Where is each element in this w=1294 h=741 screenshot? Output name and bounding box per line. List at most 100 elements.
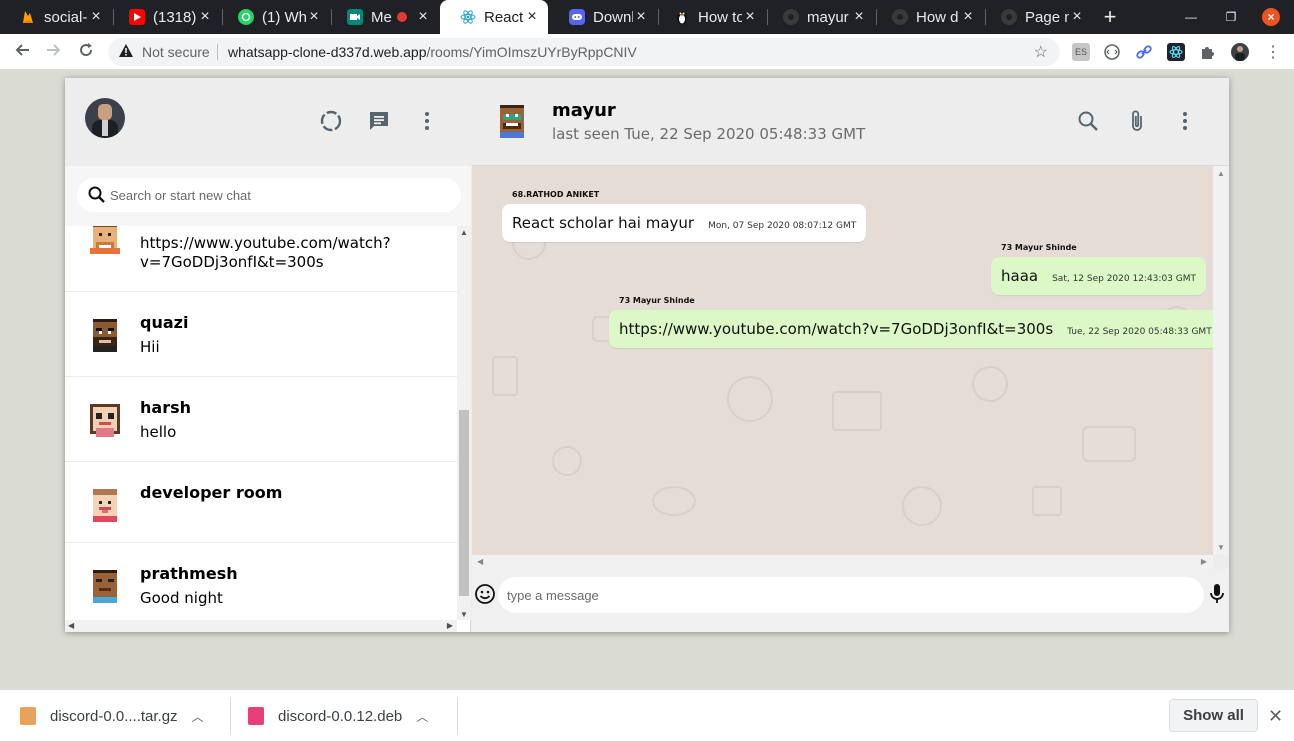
browser-tab[interactable]: social- × [0,0,112,34]
scroll-left-arrow-icon[interactable]: ◀ [477,557,483,566]
chat-list-item[interactable]: prathmesh Good night [65,543,457,620]
message-timestamp: Tue, 22 Sep 2020 05:48:33 GMT [1067,327,1212,337]
close-tab-icon[interactable]: × [633,8,649,26]
chat-menu-icon[interactable] [1172,108,1198,134]
download-divider [457,698,458,734]
chat-list-item[interactable]: developer room [65,462,457,543]
sidebar-header [65,78,471,166]
download-item[interactable]: discord-0.0.12.deb ︿ [248,690,428,741]
react-devtools-icon[interactable] [1167,43,1185,61]
link-extension-icon[interactable] [1135,43,1153,61]
chevron-up-icon[interactable]: ︿ [192,708,204,725]
sidebar: mayur https://www.youtube.com/watch? v=7… [65,78,471,632]
browser-tab-strip: social- × (1318) × (1) Wh × Me × React ×… [0,0,1294,34]
close-icon[interactable]: ✕ [1268,706,1283,727]
dev-extension-icon[interactable] [1103,43,1121,61]
close-tab-icon[interactable]: × [88,8,104,26]
browser-tab[interactable]: (1) Wh × [218,0,330,34]
close-tab-icon[interactable]: × [960,8,976,26]
scroll-right-arrow-icon[interactable]: ▶ [447,621,453,630]
emoji-icon[interactable] [474,583,496,608]
chat-list-item[interactable]: quazi Hii [65,292,457,377]
microphone-icon[interactable] [1209,583,1225,608]
bookmark-star-icon[interactable]: ☆ [1034,42,1048,62]
browser-tab[interactable]: Page n × [981,0,1093,34]
message-bubble-sent[interactable]: https://www.youtube.com/watch?v=7GoDDj3o… [609,310,1213,348]
search-bar [65,166,471,226]
status-icon[interactable] [318,108,344,134]
search-icon[interactable] [1075,108,1101,134]
browser-tab[interactable]: How to × [654,0,766,34]
minimize-window-icon[interactable]: — [1182,8,1200,26]
wallpaper-doodle [492,356,518,396]
restore-window-icon[interactable]: ❐ [1222,8,1240,26]
message-area-scrollbar[interactable]: ▲ ▼ [1213,166,1229,555]
close-tab-icon[interactable]: × [742,8,758,26]
language-extension-icon[interactable]: ES [1072,43,1090,61]
my-avatar[interactable] [85,98,125,138]
new-chat-icon[interactable] [366,108,392,134]
chevron-up-icon[interactable]: ︿ [416,708,428,725]
download-filename: discord-0.0....tar.gz [50,707,178,725]
browser-tab[interactable]: Me × [327,0,439,34]
close-window-icon[interactable]: × [1262,8,1280,26]
security-status[interactable]: Not secure [142,44,210,60]
download-filename: discord-0.0.12.deb [278,707,403,725]
pixel-face-avatar [87,401,123,437]
scrollbar-thumb[interactable] [459,410,469,596]
search-icon[interactable] [87,185,107,208]
message-bubble-received[interactable]: React scholar hai mayur Mon, 07 Sep 2020… [502,204,867,242]
close-tab-icon[interactable]: × [851,8,867,26]
message-area-horizontal-scrollbar[interactable]: ◀ ▶ [472,555,1213,569]
browser-tab[interactable]: mayur × [763,0,875,34]
browser-tab[interactable]: How d × [872,0,984,34]
close-tab-icon[interactable]: × [524,8,540,26]
browser-toolbar: Not secure whatsapp-clone-d337d.web.app/… [0,34,1294,70]
url-path: /rooms/YimOImszUYrByRppCNIV [426,44,637,60]
browser-tab-active[interactable]: React × [440,0,548,34]
pixel-face-avatar [87,226,123,254]
message-text: https://www.youtube.com/watch?v=7GoDDj3o… [619,320,1054,338]
scroll-down-arrow-icon[interactable]: ▼ [460,610,468,619]
close-tab-icon[interactable]: × [415,8,431,26]
address-bar[interactable]: Not secure whatsapp-clone-d337d.web.app/… [108,38,1060,66]
chat-list-item[interactable]: mayur https://www.youtube.com/watch? v=7… [65,226,457,292]
scroll-up-arrow-icon[interactable]: ▲ [460,228,468,237]
browser-menu-icon[interactable]: ⋮ [1264,43,1282,61]
address-divider [217,44,218,60]
message-text: haaa [1001,267,1039,285]
whatsapp-icon [238,9,254,25]
chat-list-scrollbar[interactable]: ▲ ▼ [457,226,471,620]
message-input[interactable] [498,577,1204,613]
close-tab-icon[interactable]: × [306,8,322,26]
sidebar-menu-icon[interactable] [414,108,440,134]
new-tab-button[interactable]: + [1098,5,1122,29]
warning-triangle-icon[interactable] [118,43,134,62]
forward-arrow-icon[interactable] [42,40,66,64]
close-tab-icon[interactable]: × [1069,8,1085,26]
close-tab-icon[interactable]: × [197,8,213,26]
wallpaper-doodle [902,486,942,526]
extensions-puzzle-icon[interactable] [1199,43,1217,61]
url-text[interactable]: whatsapp-clone-d337d.web.app/rooms/YimOI… [228,44,637,60]
scroll-up-arrow-icon[interactable]: ▲ [1217,169,1225,178]
browser-tab[interactable]: (1318) × [109,0,221,34]
reload-icon[interactable] [74,40,98,64]
search-input[interactable] [110,185,450,205]
pixel-face-avatar[interactable] [494,102,530,138]
scroll-down-arrow-icon[interactable]: ▼ [1217,543,1225,552]
show-all-button[interactable]: Show all [1169,699,1258,732]
chat-list-item[interactable]: harsh hello [65,377,457,462]
message-timestamp: Sat, 12 Sep 2020 12:43:03 GMT [1052,274,1196,284]
wallpaper-doodle [832,391,882,431]
message-bubble-sent[interactable]: haaa Sat, 12 Sep 2020 12:43:03 GMT [991,257,1206,295]
scroll-left-arrow-icon[interactable]: ◀ [68,621,74,630]
download-item[interactable]: discord-0.0....tar.gz ︿ [20,690,204,741]
chat-list-horizontal-scrollbar[interactable]: ◀ ▶ [65,620,457,632]
scroll-right-arrow-icon[interactable]: ▶ [1201,557,1207,566]
attach-paperclip-icon[interactable] [1124,108,1150,134]
message-text: React scholar hai mayur [512,214,695,232]
browser-tab[interactable]: Downl × [549,0,657,34]
profile-avatar[interactable] [1231,43,1249,61]
back-arrow-icon[interactable] [10,40,34,64]
